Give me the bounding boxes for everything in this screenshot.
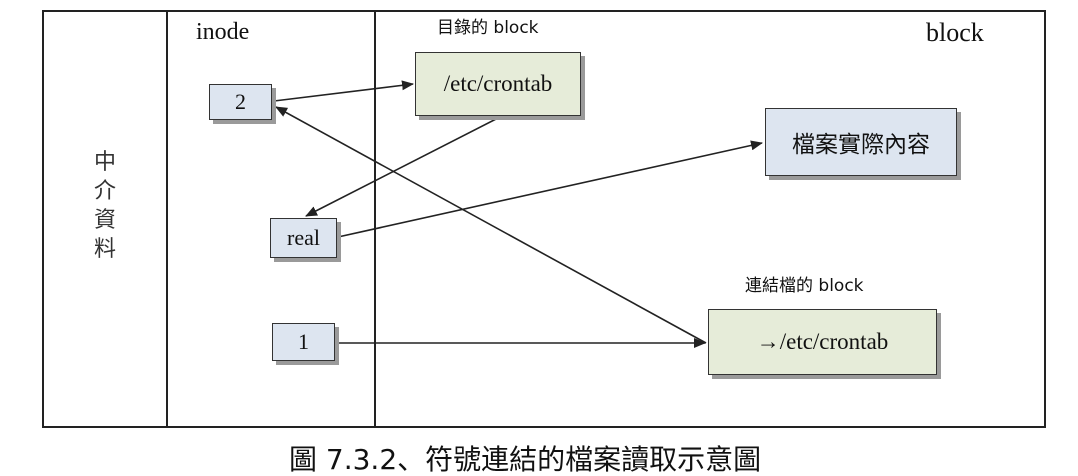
link-target-text: →/etc/crontab <box>756 329 889 354</box>
inode-box-1: 1 <box>272 323 335 361</box>
diagram: 中 介 資 料 inode block 目錄的 block 連結檔的 block… <box>0 0 1078 474</box>
arrow-inode2-to-dir-entry <box>273 80 414 102</box>
arrow-real-to-content <box>337 140 763 238</box>
dir-entry-text: /etc/crontab <box>443 71 553 96</box>
file-content-text: 檔案實際內容 <box>792 132 930 158</box>
file-content-block: 檔案實際內容 <box>765 108 957 176</box>
inode-box-real: real <box>270 218 337 258</box>
inode-box-1-label: 1 <box>298 329 309 354</box>
arrow-link-to-inode2 <box>275 106 707 344</box>
inode-box-2-label: 2 <box>235 89 246 114</box>
inode-box-2: 2 <box>209 84 272 120</box>
inode-box-real-label: real <box>287 225 320 250</box>
arrow-dir-entry-to-real <box>305 116 501 217</box>
figure-caption: 圖 7.3.2、符號連結的檔案讀取示意圖 <box>289 443 762 476</box>
link-target-block: →/etc/crontab <box>708 309 937 375</box>
dir-entry-block: /etc/crontab <box>415 52 581 116</box>
